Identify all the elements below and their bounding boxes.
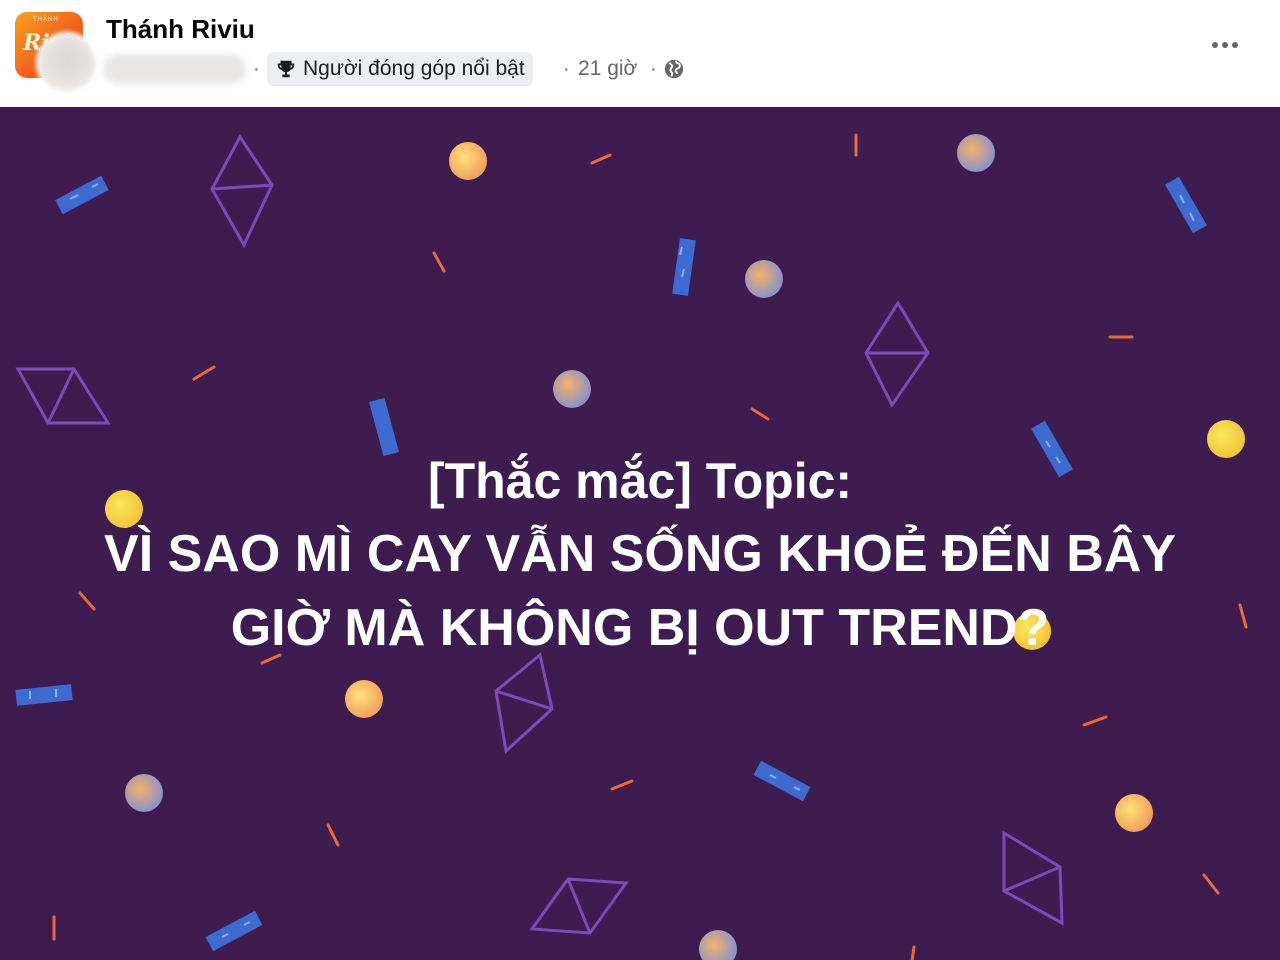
separator-dot: · — [563, 58, 570, 80]
post-image[interactable]: [Thắc mắc] Topic: VÌ SAO MÌ CAY VẪN SỐNG… — [0, 107, 1280, 960]
globe-icon[interactable] — [663, 58, 685, 80]
user-avatar[interactable] — [36, 32, 98, 94]
contributor-badge[interactable]: Người đóng góp nổi bật — [267, 52, 533, 86]
separator-dot: · — [650, 58, 657, 80]
author-name-link[interactable] — [104, 54, 246, 84]
post-text: [Thắc mắc] Topic: VÌ SAO MÌ CAY VẪN SỐNG… — [0, 445, 1280, 665]
separator-dot: · — [253, 58, 260, 80]
post-body-line-1: VÌ SAO MÌ CAY VẪN SỐNG KHOẺ ĐẾN BÂY — [104, 525, 1176, 583]
trophy-icon — [277, 60, 295, 78]
post-title-line: [Thắc mắc] Topic: — [427, 453, 853, 509]
badge-label: Người đóng góp nổi bật — [303, 57, 525, 80]
more-options-icon[interactable] — [1204, 30, 1246, 60]
post-time[interactable]: 21 giờ — [578, 57, 637, 81]
group-name-link[interactable]: Thánh Riviu — [106, 14, 255, 45]
post-header: THÁNH Riviu Thánh Riviu · Người đóng góp… — [0, 0, 1280, 107]
group-logo-top-text: THÁNH — [33, 17, 59, 23]
post-body-line-2: GIỜ MÀ KHÔNG BỊ OUT TREND? — [230, 599, 1050, 657]
